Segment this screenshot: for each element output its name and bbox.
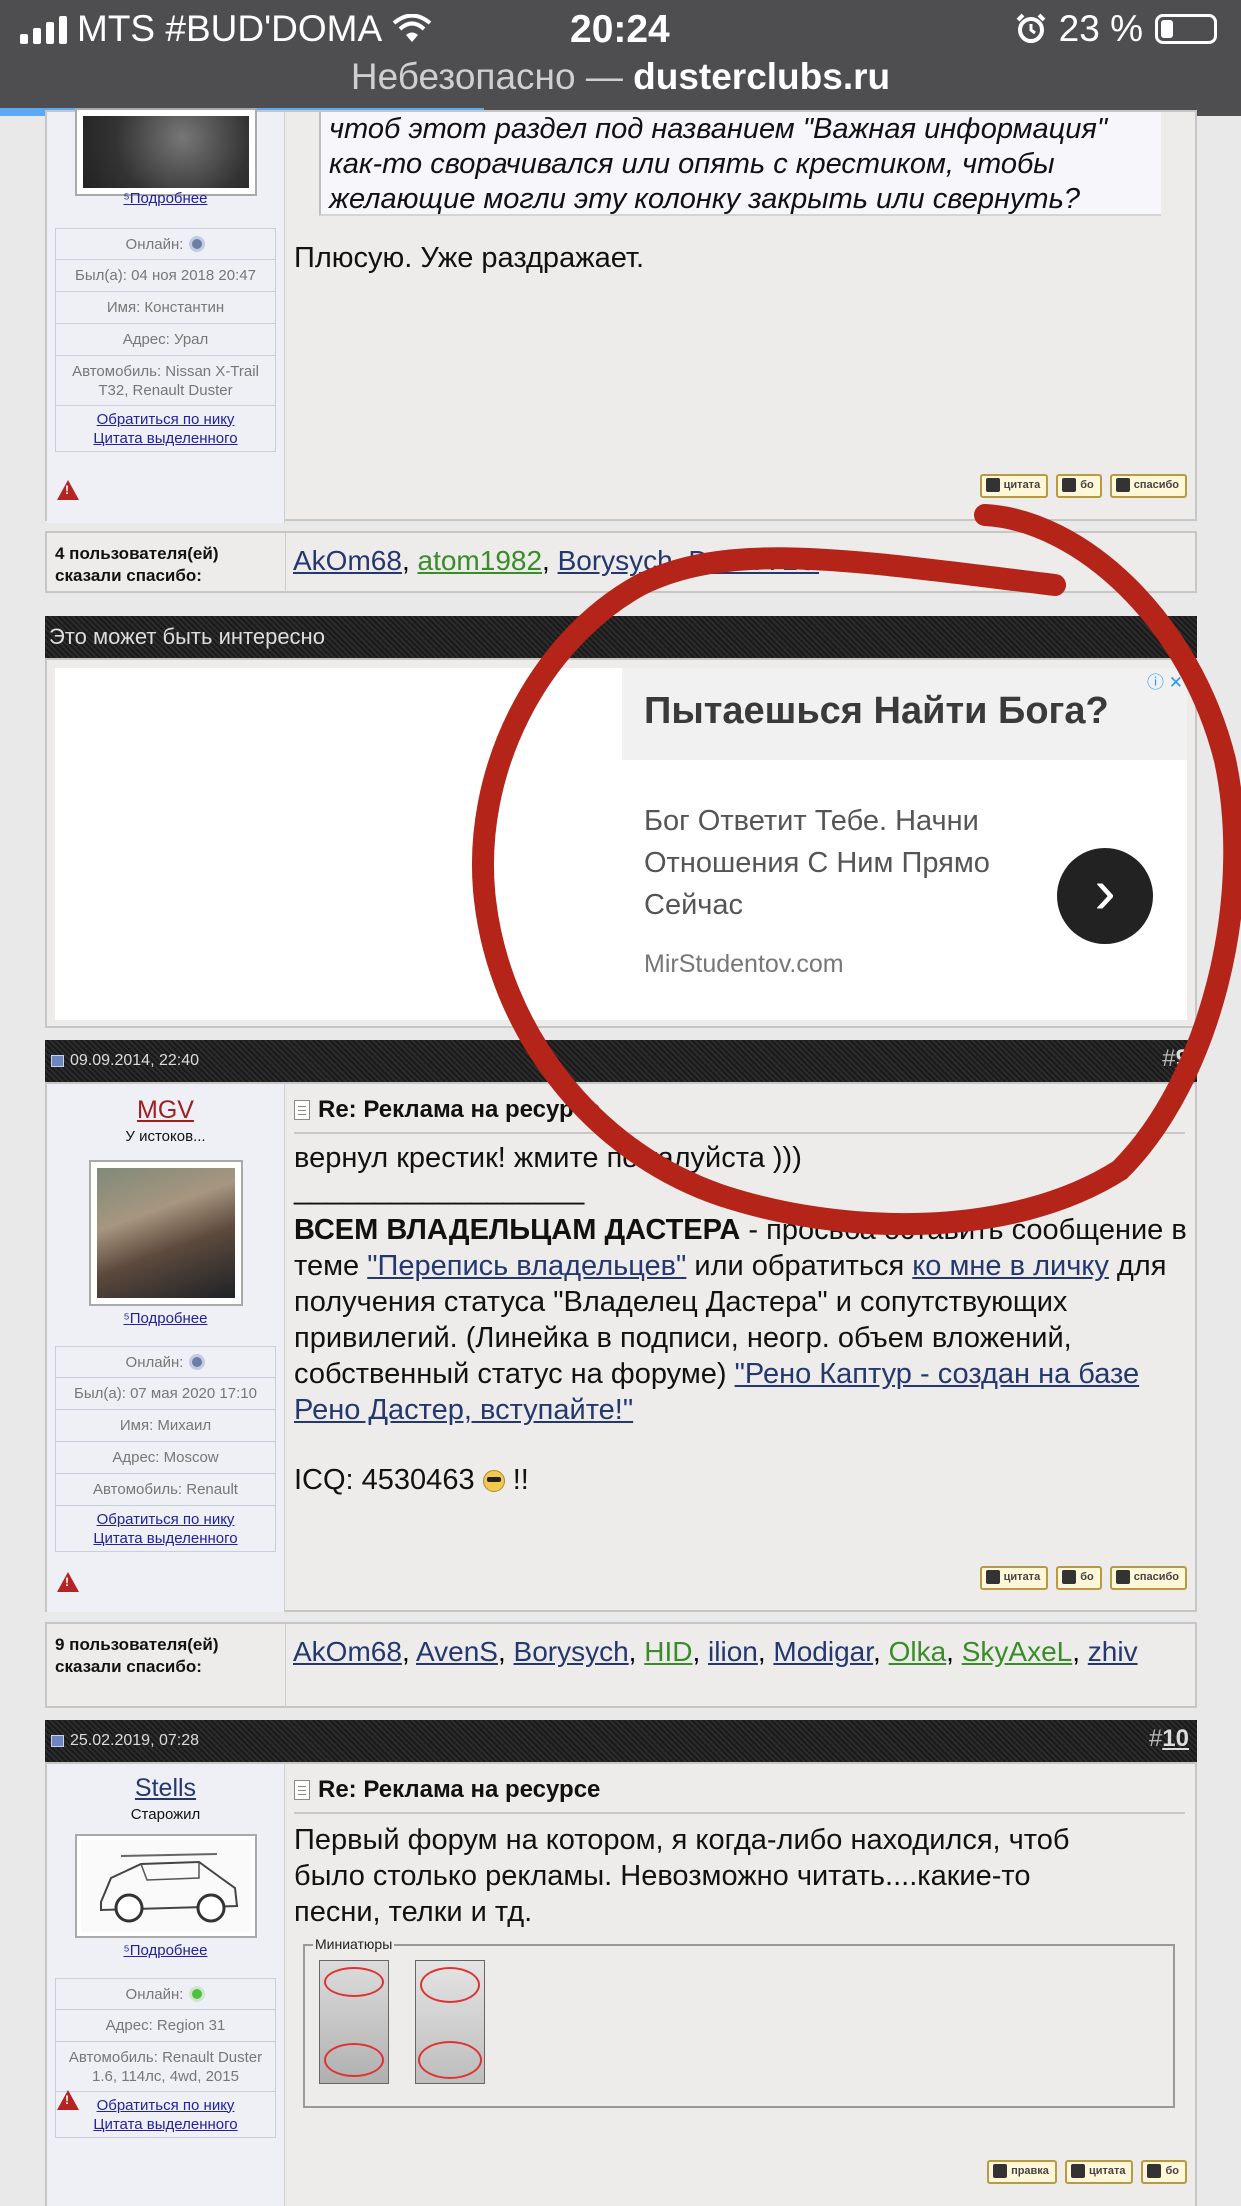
red-circle-annotation xyxy=(471,504,1241,1236)
screen: MTS #BUD'DOMA 20:24 23 % Небезопасно — d… xyxy=(0,0,1241,2206)
